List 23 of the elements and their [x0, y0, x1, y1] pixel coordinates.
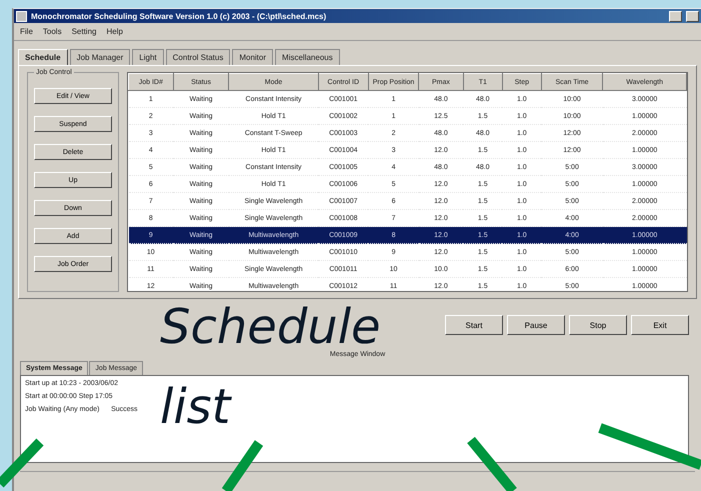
app-icon [16, 10, 27, 22]
menu-item[interactable]: Help [106, 27, 123, 36]
tab[interactable]: Job Manager [70, 49, 130, 65]
minimize-button[interactable] [669, 10, 682, 22]
menu-item[interactable]: Setting [72, 27, 96, 36]
menu-item[interactable]: File [20, 27, 33, 36]
tab[interactable]: Monitor [232, 49, 274, 65]
annotation-line [467, 436, 517, 491]
annotation-label: Schedule [160, 304, 381, 350]
maximize-button[interactable] [686, 10, 699, 22]
tab[interactable]: Light [132, 49, 164, 65]
window-title: Monochromator Scheduling Software Version 1.0 (c) 2003 - (C:\ptl\sched.mcs) [31, 12, 328, 20]
tab[interactable]: Miscellaneous [275, 49, 340, 65]
menu-item[interactable]: Tools [42, 27, 62, 36]
tab[interactable]: Schedule [18, 49, 68, 65]
annotation-label: list [160, 384, 230, 430]
action-button[interactable]: Exit [631, 315, 689, 335]
tab[interactable]: Control Status [166, 49, 230, 65]
annotation-line [222, 440, 264, 491]
action-button[interactable]: Stop [569, 315, 627, 335]
action-button[interactable]: Pause [507, 315, 565, 335]
annotation-line [0, 438, 44, 488]
action-button[interactable]: Start [445, 315, 503, 335]
